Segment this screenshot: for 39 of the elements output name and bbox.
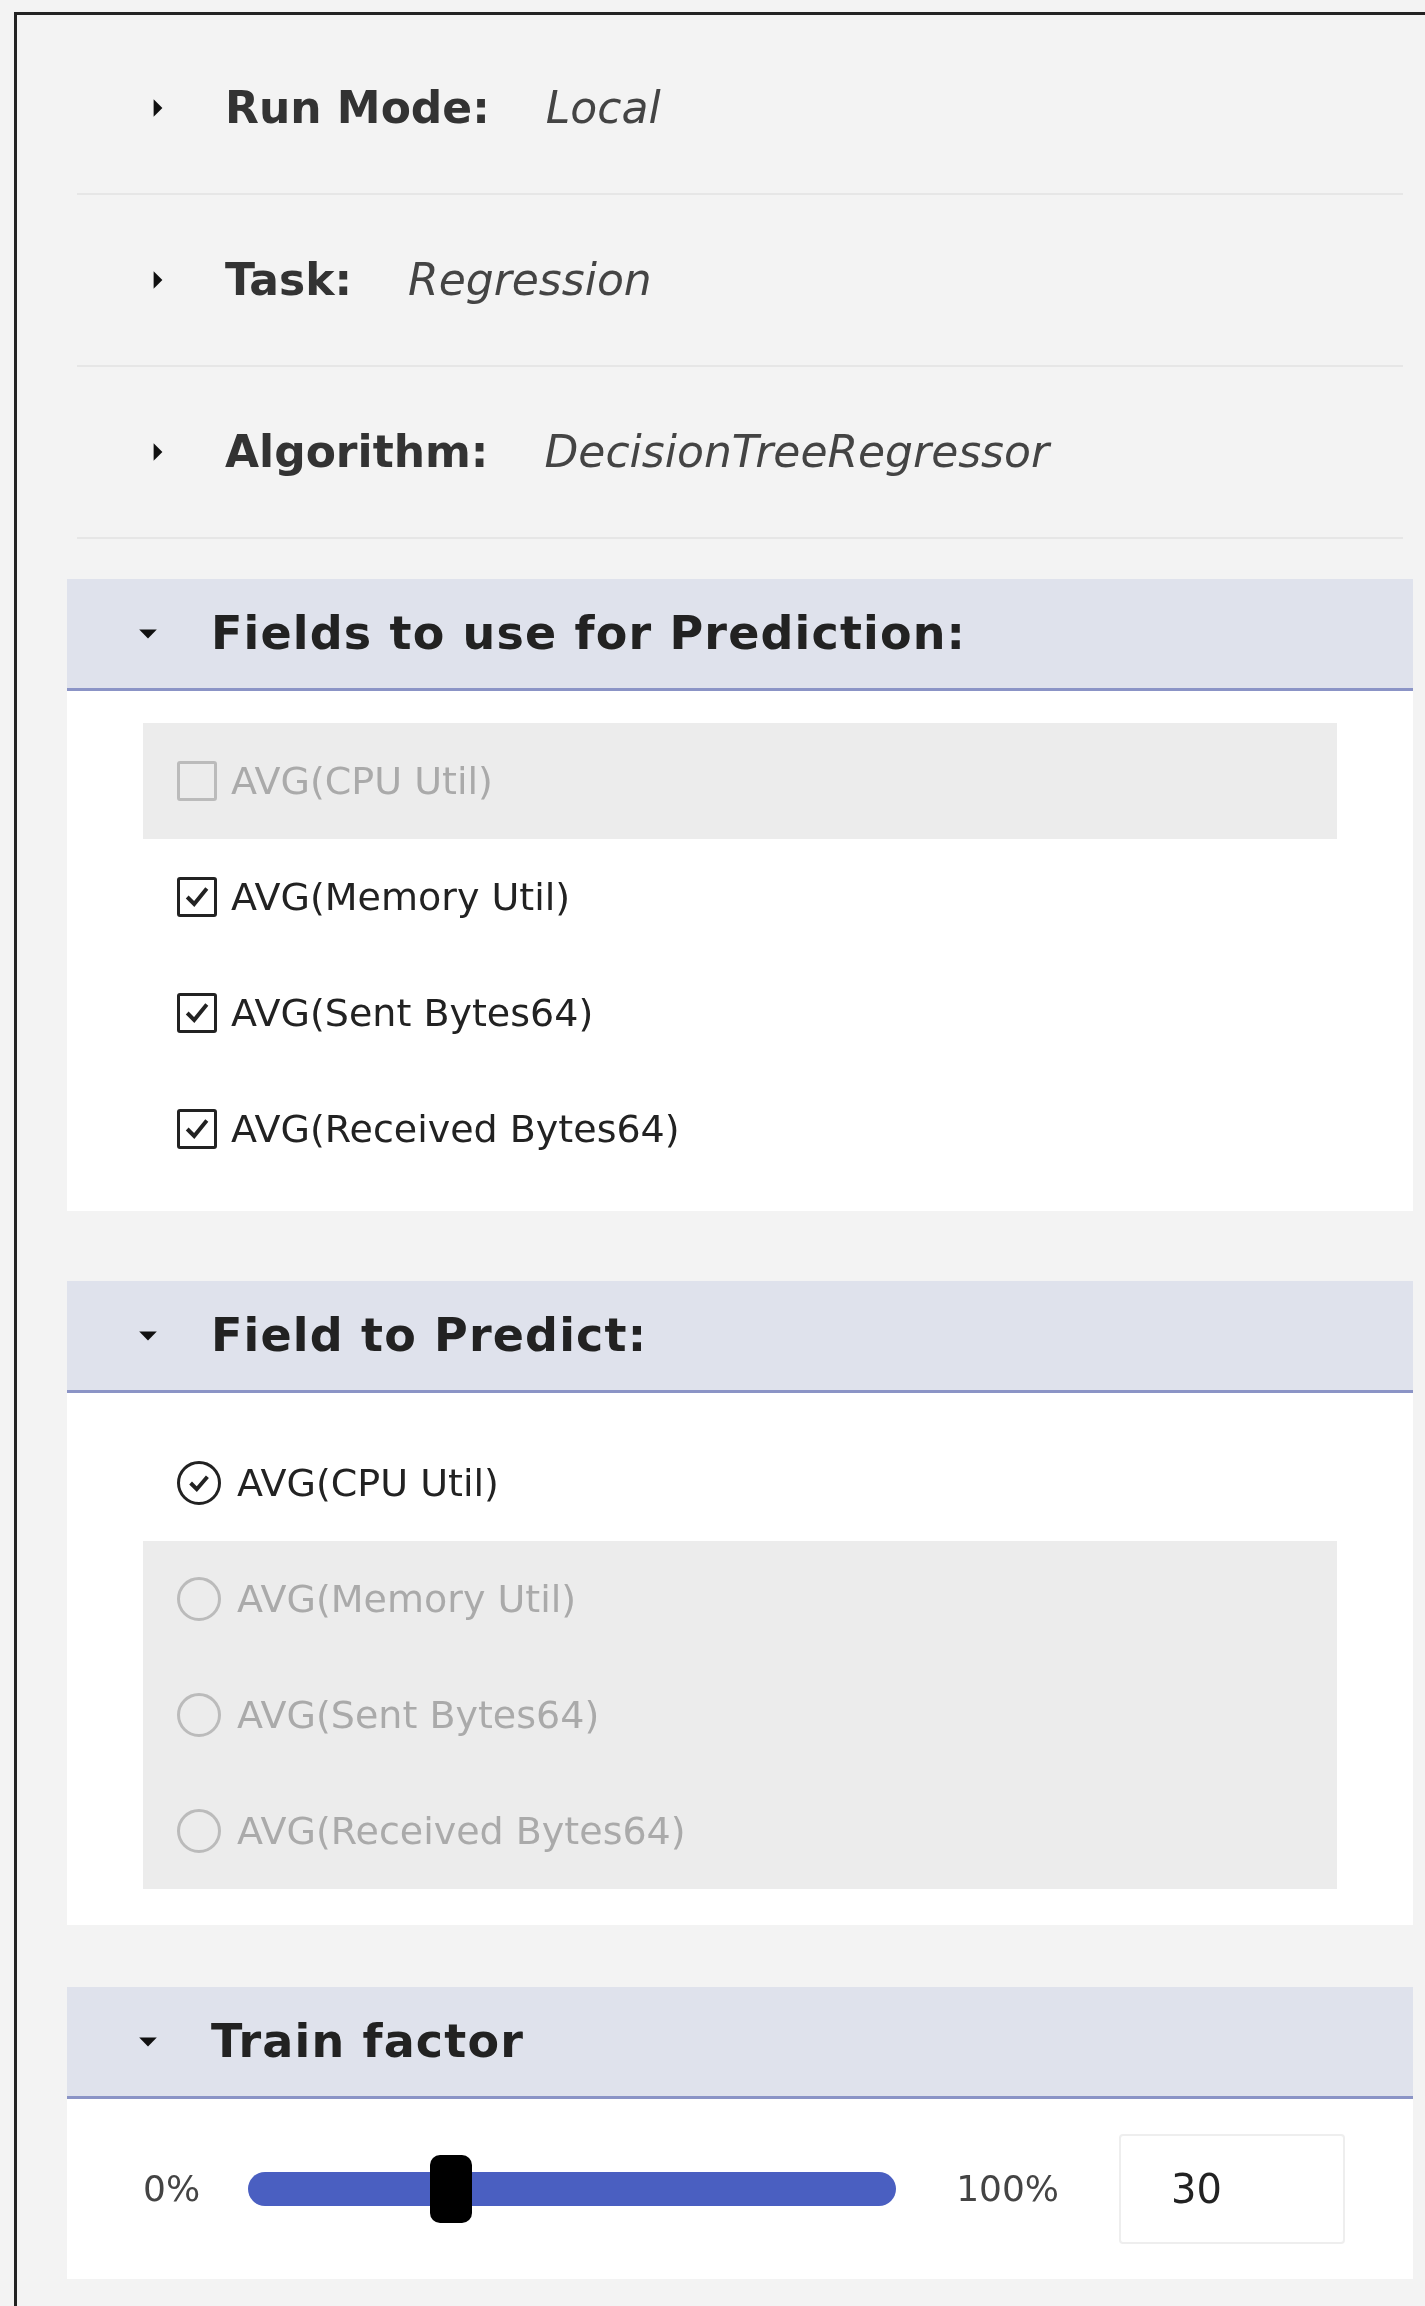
radio-button[interactable] [177,1577,221,1621]
section-title: Train factor [211,2013,524,2070]
min-label: 0% [143,2167,201,2211]
value-field[interactable]: 30 [1119,2134,1346,2244]
max-label: 100% [956,2167,1060,2211]
radio-button[interactable] [177,1809,221,1853]
section-header[interactable]: Fields to use for Prediction: [67,579,1413,691]
setting-value: Local [545,81,661,135]
setting-value: DecisionTreeRegressor [544,425,1050,479]
setting-row[interactable]: Task: Regression [77,195,1403,367]
field-label: AVG(CPU Util) [237,1459,499,1507]
checkbox-row[interactable]: AVG(Received Bytes64) [143,1071,1337,1187]
radio-button[interactable] [177,1461,221,1505]
section-title: Field to Predict: [211,1307,648,1364]
radio-button[interactable] [177,1693,221,1737]
field-label: AVG(Memory Util) [231,873,571,921]
section-title: Fields to use for Prediction: [211,605,967,662]
checkbox[interactable] [177,1109,217,1149]
checkbox-row[interactable]: AVG(Sent Bytes64) [143,955,1337,1071]
slider[interactable] [248,2155,897,2223]
checkbox[interactable] [177,993,217,1033]
radio-row[interactable]: AVG(CPU Util) [143,1425,1337,1541]
checkbox[interactable] [177,877,217,917]
field-label: AVG(Sent Bytes64) [237,1691,600,1739]
field-label: AVG(Memory Util) [237,1575,577,1623]
field-label: AVG(Received Bytes64) [231,1105,680,1153]
slider-thumb[interactable] [429,2155,472,2223]
section-header[interactable]: Field to Predict: [67,1281,1413,1393]
field-label: AVG(Sent Bytes64) [231,989,594,1037]
setting-label: Algorithm: [225,425,489,479]
setting-value: Regression [408,253,652,307]
setting-row[interactable]: Algorithm: DecisionTreeRegressor [77,367,1403,539]
section-header[interactable]: Train factor [67,1987,1413,2099]
field-label: AVG(CPU Util) [231,757,493,805]
setting-label: Run Mode: [225,81,490,135]
setting-row[interactable]: Run Mode: Local [77,23,1403,195]
field-label: AVG(Received Bytes64) [237,1807,686,1855]
checkbox-row[interactable]: AVG(Memory Util) [143,839,1337,955]
setting-label: Task: [225,253,353,307]
